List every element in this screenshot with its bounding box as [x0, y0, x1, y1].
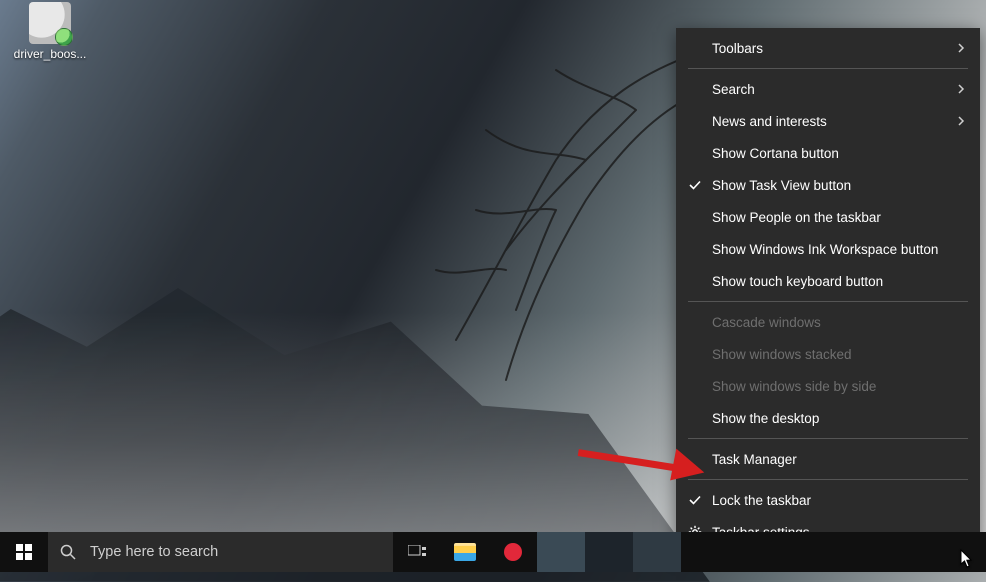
menu-item-search[interactable]: Search: [676, 73, 980, 105]
windows-logo-icon: [16, 544, 32, 560]
chevron-right-icon: [956, 43, 966, 53]
menu-item-task-manager[interactable]: Task Manager: [676, 443, 980, 475]
taskbar-app-file-explorer[interactable]: [441, 532, 489, 572]
menu-item-label: Task Manager: [712, 452, 797, 467]
menu-item-show-windows-ink-workspace-button[interactable]: Show Windows Ink Workspace button: [676, 233, 980, 265]
file-explorer-icon: [454, 543, 476, 561]
menu-item-label: Search: [712, 82, 755, 97]
menu-item-show-windows-side-by-side: Show windows side by side: [676, 370, 980, 402]
menu-item-label: Show People on the taskbar: [712, 210, 881, 225]
menu-item-label: Show windows side by side: [712, 379, 876, 394]
opera-icon: [504, 543, 522, 561]
menu-item-label: Cascade windows: [712, 315, 821, 330]
menu-item-cascade-windows: Cascade windows: [676, 306, 980, 338]
menu-separator: [688, 438, 968, 439]
menu-item-show-task-view-button[interactable]: Show Task View button: [676, 169, 980, 201]
check-icon: [684, 178, 706, 192]
menu-item-lock-the-taskbar[interactable]: Lock the taskbar: [676, 484, 980, 516]
menu-item-show-the-desktop[interactable]: Show the desktop: [676, 402, 980, 434]
menu-item-news-and-interests[interactable]: News and interests: [676, 105, 980, 137]
menu-item-label: Lock the taskbar: [712, 493, 811, 508]
taskbar-search[interactable]: Type here to search: [48, 532, 393, 572]
menu-item-show-windows-stacked: Show windows stacked: [676, 338, 980, 370]
menu-item-label: Show Windows Ink Workspace button: [712, 242, 938, 257]
search-icon: [60, 544, 76, 560]
taskbar-app-unknown-1[interactable]: [537, 532, 585, 572]
menu-item-toolbars[interactable]: Toolbars: [676, 32, 980, 64]
menu-item-label: Show touch keyboard button: [712, 274, 883, 289]
task-view-icon: [408, 545, 426, 559]
menu-item-label: Show Cortana button: [712, 146, 839, 161]
desktop-shortcut-driver-booster[interactable]: driver_boos...: [10, 2, 90, 61]
menu-item-show-people-on-the-taskbar[interactable]: Show People on the taskbar: [676, 201, 980, 233]
menu-item-label: Show Task View button: [712, 178, 851, 193]
taskbar-app-unknown-2[interactable]: [585, 532, 633, 572]
taskbar: Type here to search: [0, 532, 986, 572]
chevron-right-icon: [956, 116, 966, 126]
check-icon: [684, 493, 706, 507]
search-placeholder: Type here to search: [90, 544, 218, 560]
taskbar-app-unknown-3[interactable]: [633, 532, 681, 572]
menu-separator: [688, 68, 968, 69]
menu-item-show-cortana-button[interactable]: Show Cortana button: [676, 137, 980, 169]
taskbar-app-opera[interactable]: [489, 532, 537, 572]
menu-item-show-touch-keyboard-button[interactable]: Show touch keyboard button: [676, 265, 980, 297]
start-button[interactable]: [0, 532, 48, 572]
driver-booster-icon: [29, 2, 71, 44]
task-view-button[interactable]: [393, 532, 441, 572]
menu-item-label: Toolbars: [712, 41, 763, 56]
menu-separator: [688, 301, 968, 302]
menu-item-label: Show the desktop: [712, 411, 819, 426]
taskbar-context-menu: Toolbars Search News and interests Show Cor…: [676, 28, 980, 552]
desktop-shortcut-label: driver_boos...: [14, 47, 87, 61]
chevron-right-icon: [956, 84, 966, 94]
menu-item-label: News and interests: [712, 114, 827, 129]
menu-separator: [688, 479, 968, 480]
menu-item-label: Show windows stacked: [712, 347, 852, 362]
